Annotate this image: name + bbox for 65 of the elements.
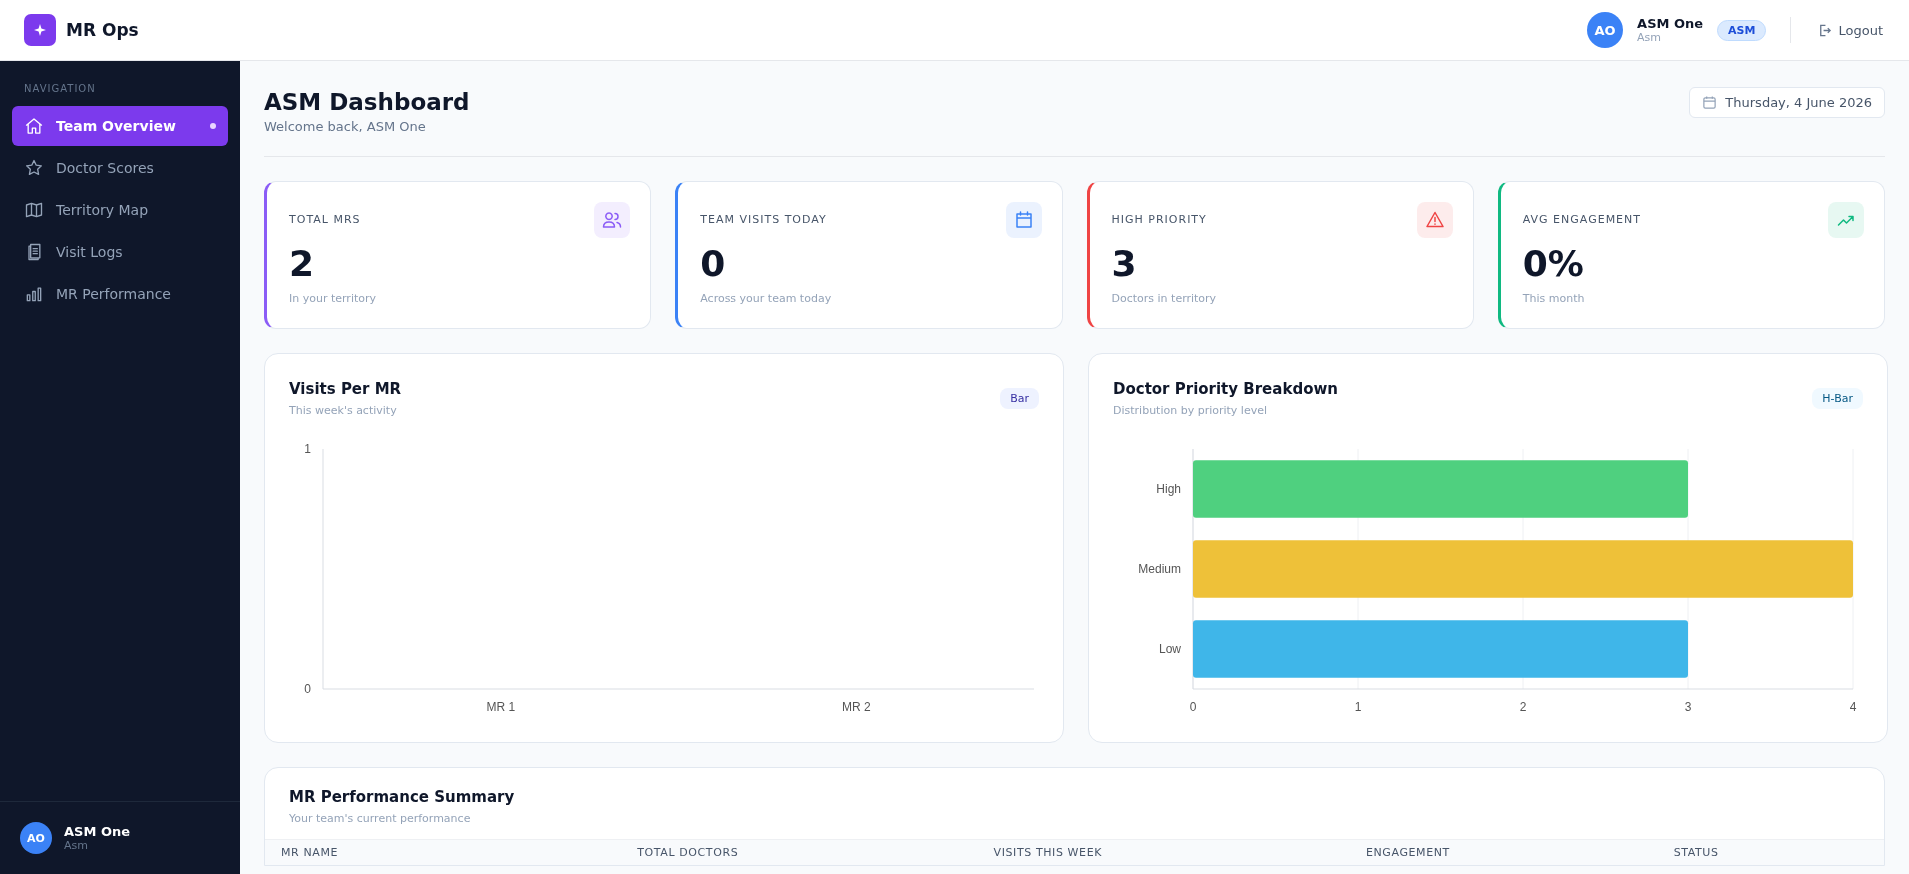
table-subtitle: Your team's current performance bbox=[289, 812, 472, 825]
chart-subtitle: This week's activity bbox=[289, 404, 398, 417]
star-icon bbox=[24, 158, 44, 178]
user-avatar[interactable]: AO bbox=[1587, 12, 1624, 48]
page-subtitle: Welcome back, ASM One bbox=[264, 119, 427, 134]
nav-item[interactable]: Doctor Scores bbox=[12, 148, 228, 188]
nav-item[interactable]: Team Overview bbox=[12, 106, 228, 146]
trend-up-icon bbox=[1828, 202, 1864, 238]
table-title: MR Performance Summary bbox=[289, 788, 516, 806]
column-header: MR NAME bbox=[281, 846, 340, 859]
column-header: VISITS THIS WEEK bbox=[993, 846, 1103, 859]
axis-tick-label: 1 bbox=[1354, 700, 1362, 714]
user-name: ASM One bbox=[64, 824, 130, 839]
users-icon bbox=[594, 202, 631, 238]
stat-label: TEAM VISITS TODAY bbox=[700, 213, 827, 226]
axis-category-label: MR 1 bbox=[486, 700, 516, 714]
date-display: Thursday, 4 June 2026 bbox=[1689, 87, 1885, 118]
axis-category-label: Medium bbox=[1138, 562, 1181, 576]
brand-name: MR Ops bbox=[66, 20, 139, 40]
axis-category-label: High bbox=[1156, 482, 1181, 496]
stat-label: HIGH PRIORITY bbox=[1111, 213, 1207, 226]
page-title: ASM Dashboard bbox=[264, 88, 470, 117]
calendar-icon bbox=[1005, 202, 1042, 238]
warning-icon bbox=[1416, 202, 1453, 238]
axis-tick-label: 3 bbox=[1684, 700, 1692, 714]
role-badge: ASM bbox=[1717, 19, 1767, 41]
stat-note: Doctors in territory bbox=[1111, 292, 1218, 305]
axis-tick-label: 0 bbox=[1189, 700, 1197, 714]
stat-value: 0 bbox=[700, 244, 727, 284]
stat-value: 2 bbox=[289, 244, 316, 284]
nav-section-label: NAVIGATION bbox=[23, 83, 97, 96]
user-role: Asm bbox=[1637, 31, 1663, 44]
stat-note: Across your team today bbox=[700, 292, 833, 305]
logout-button[interactable]: Logout bbox=[1815, 18, 1885, 42]
chart-title: Visits Per MR bbox=[289, 380, 402, 398]
user-role: Asm bbox=[64, 839, 89, 852]
axis-tick-label: 2 bbox=[1519, 700, 1527, 714]
logout-icon bbox=[1817, 22, 1833, 38]
stat-value: 0% bbox=[1522, 244, 1585, 284]
nav-item[interactable]: Visit Logs bbox=[12, 232, 228, 272]
nav-item[interactable]: MR Performance bbox=[12, 274, 228, 314]
axis-tick-label: 0 bbox=[304, 682, 311, 696]
chart-type-badge: Bar bbox=[1000, 388, 1039, 409]
stat-label: AVG ENGAGEMENT bbox=[1522, 213, 1641, 226]
axis-category-label: MR 2 bbox=[841, 700, 871, 714]
stat-note: In your territory bbox=[289, 292, 377, 305]
stat-label: TOTAL MRS bbox=[289, 213, 361, 226]
user-name: ASM One bbox=[1637, 16, 1704, 31]
chart-type-badge: H-Bar bbox=[1812, 388, 1863, 409]
axis-tick-label: 1 bbox=[304, 442, 311, 456]
axis-category-label: Low bbox=[1159, 642, 1181, 656]
chart-title: Doctor Priority Breakdown bbox=[1113, 380, 1338, 398]
calendar-icon bbox=[1702, 95, 1718, 110]
stat-value: 3 bbox=[1111, 244, 1138, 284]
column-header: TOTAL DOCTORS bbox=[637, 846, 740, 859]
nav-item[interactable]: Territory Map bbox=[12, 190, 228, 230]
column-header: ENGAGEMENT bbox=[1366, 846, 1451, 859]
chart-subtitle: Distribution by priority level bbox=[1113, 404, 1268, 417]
sparkle-logo-icon bbox=[24, 14, 56, 46]
user-avatar: AO bbox=[20, 822, 52, 854]
stat-note: This month bbox=[1522, 292, 1586, 305]
column-header: STATUS bbox=[1673, 846, 1720, 859]
home-icon bbox=[24, 116, 44, 136]
map-icon bbox=[24, 200, 44, 220]
axis-tick-label: 4 bbox=[1849, 700, 1857, 714]
